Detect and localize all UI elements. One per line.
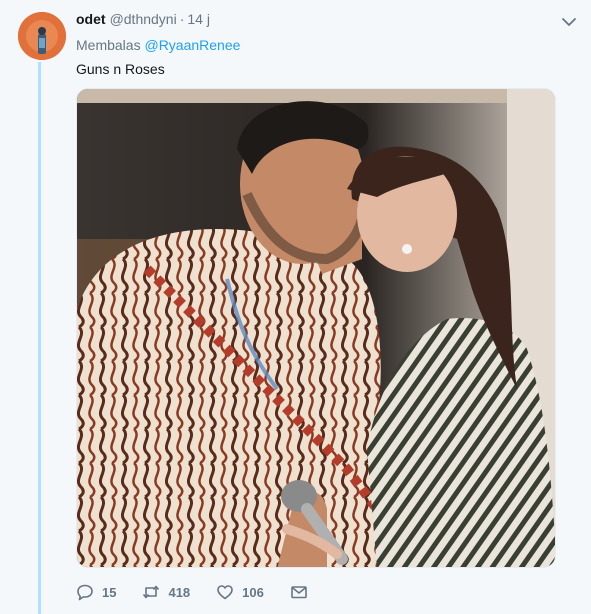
retweet-count: 418 [168, 584, 191, 600]
like-count: 106 [242, 584, 264, 600]
tweet-photo[interactable] [76, 88, 556, 568]
tweet-card[interactable]: odet @dthndyni · 14 j Membalas @RyaanRen… [0, 0, 591, 614]
author-name[interactable]: odet [76, 11, 106, 27]
direct-message-button[interactable] [290, 583, 316, 601]
thread-line [38, 62, 41, 614]
tweet-header: odet @dthndyni · 14 j [76, 11, 210, 31]
reply-button[interactable]: 15 [76, 583, 116, 601]
reply-mention-link[interactable]: @RyaanRenee [144, 37, 240, 53]
retweet-button[interactable]: 418 [142, 583, 190, 601]
avatar[interactable] [18, 12, 66, 60]
like-button[interactable]: 106 [216, 583, 264, 601]
reply-icon [76, 583, 94, 601]
timestamp[interactable]: 14 j [187, 11, 210, 27]
reply-context: Membalas @RyaanRenee [76, 37, 240, 53]
retweet-icon [142, 583, 160, 601]
reply-prefix: Membalas [76, 37, 141, 53]
reply-count: 15 [102, 584, 117, 600]
tweet-actions: 15 418 106 [76, 580, 342, 604]
chevron-down-icon[interactable] [560, 13, 578, 31]
heart-icon [216, 583, 234, 601]
separator-dot: · [179, 11, 185, 27]
tweet-text: Guns n Roses [76, 61, 165, 77]
envelope-icon [290, 583, 308, 601]
author-handle[interactable]: @dthndyni [110, 11, 177, 27]
